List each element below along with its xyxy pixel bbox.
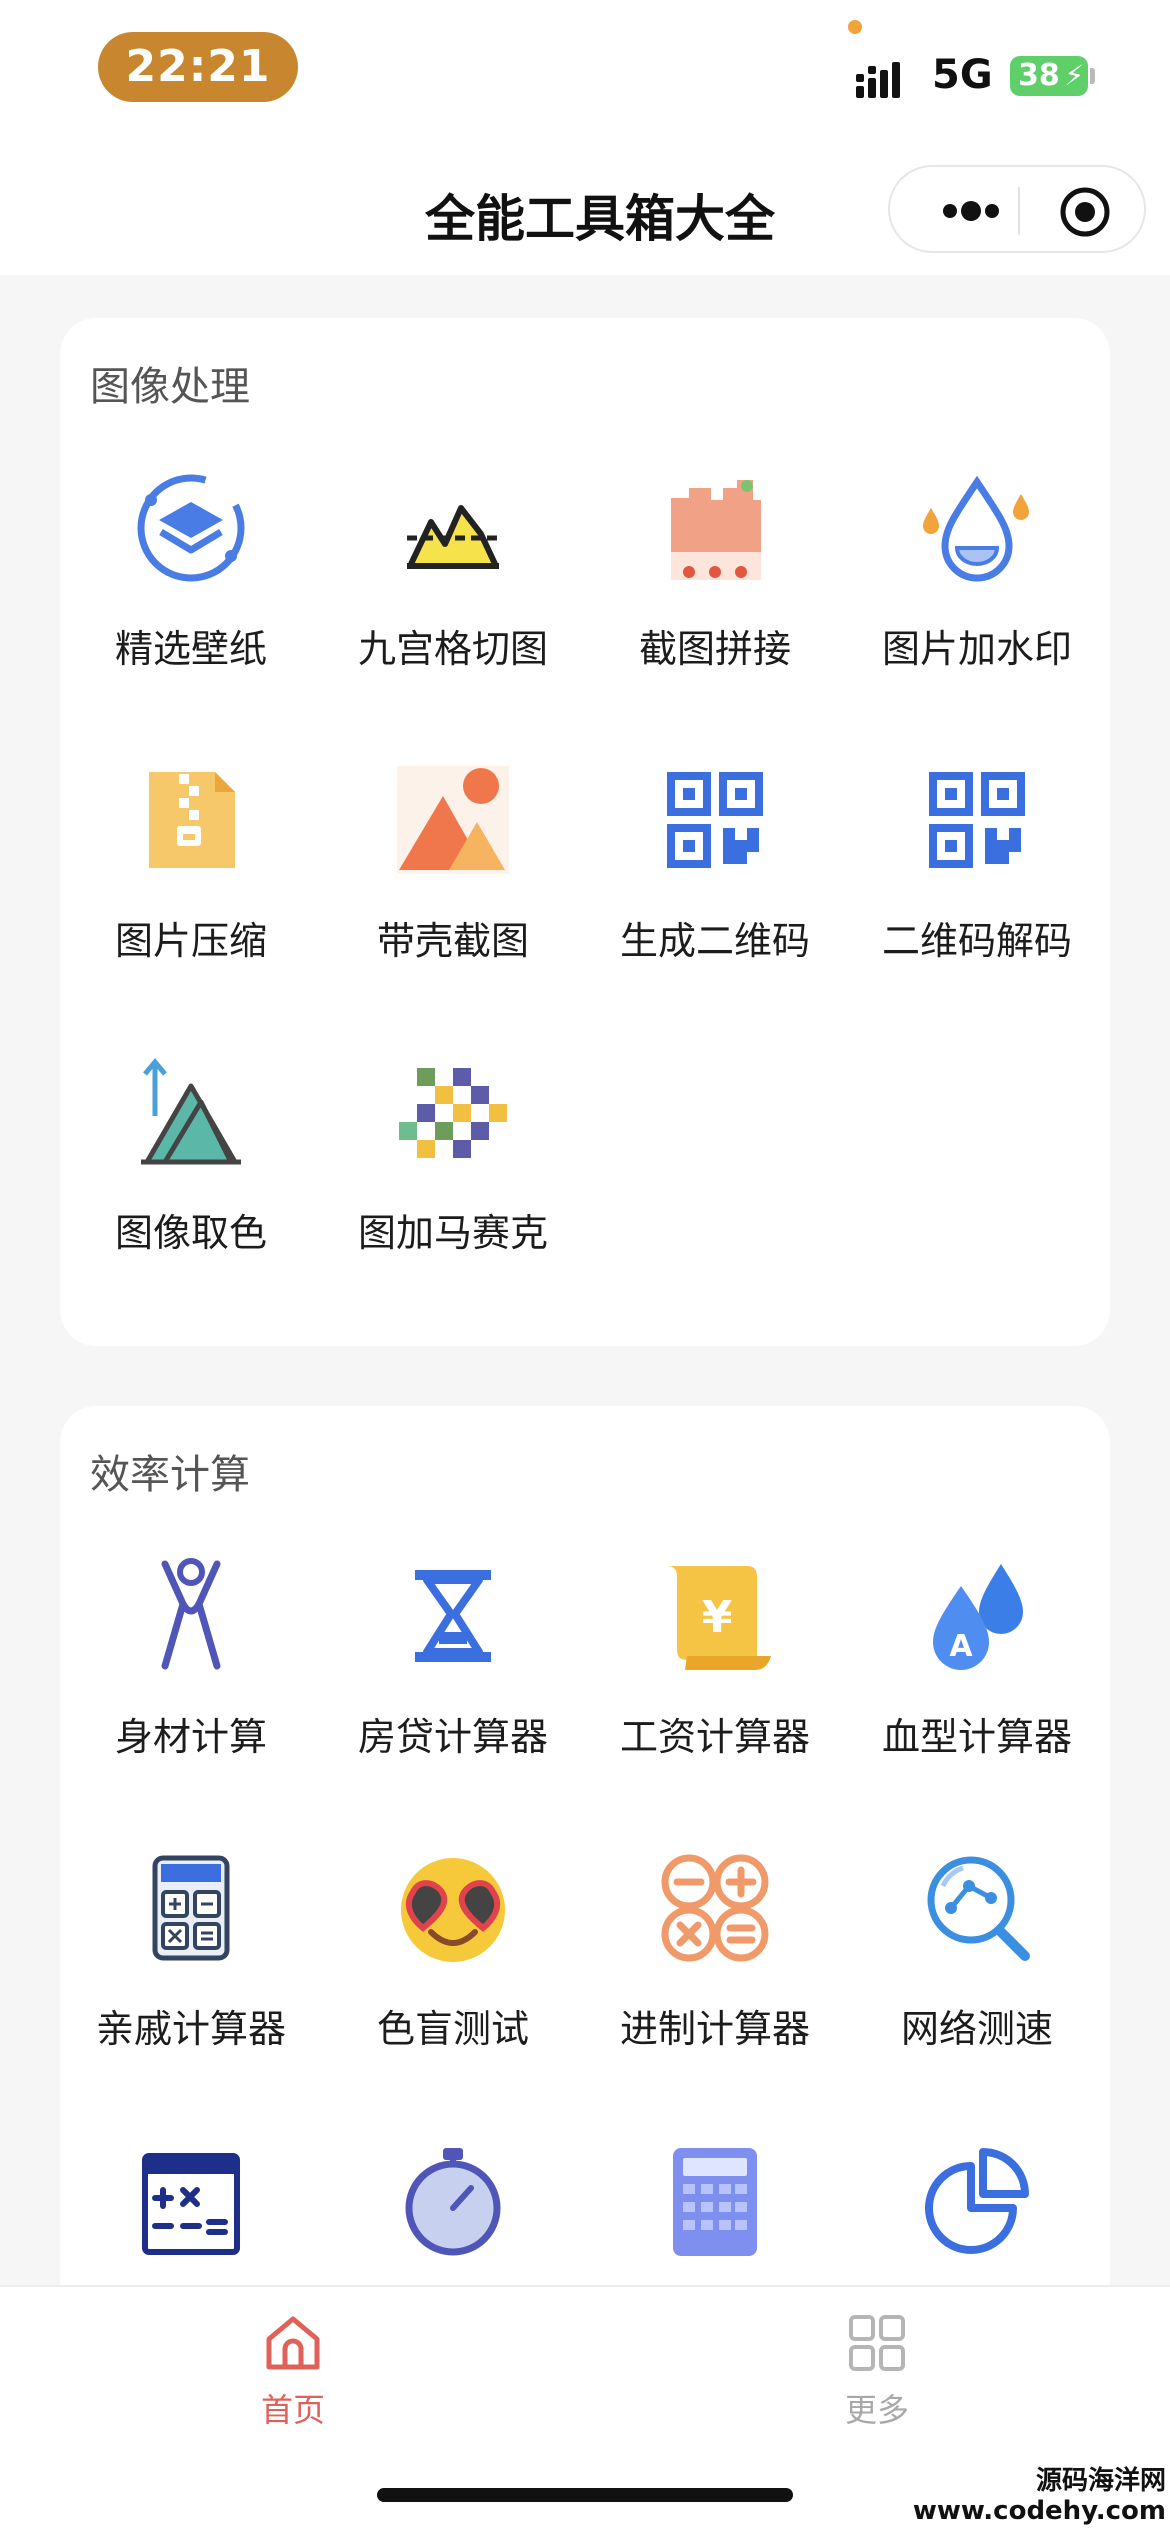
watermark-line: www.codehy.com (912, 2496, 1166, 2526)
tool-relative-calc[interactable]: 亲戚计算器 (60, 1848, 322, 2088)
hourglass-icon (415, 1570, 491, 1662)
home-indicator (377, 2488, 793, 2502)
pie-chart-icon (925, 2148, 1029, 2254)
tool-label: 九宫格切图 (357, 627, 548, 671)
tool-label: 房贷计算器 (357, 1715, 548, 1759)
status-time: 22:21 (98, 32, 298, 102)
charging-bolt-icon: ⚡ (1064, 59, 1084, 92)
grid-cut-mountain-icon (407, 505, 499, 569)
miniprogram-capsule (888, 165, 1146, 253)
tool-label: 亲戚计算器 (95, 2007, 286, 2051)
heart-glasses-emoji-icon (401, 1858, 505, 1962)
tool-base-calc[interactable]: 进制计算器 (584, 1848, 846, 2088)
tool-label: 图片压缩 (114, 919, 267, 963)
privacy-indicator-dot (848, 20, 862, 34)
section-title: 图像处理 (90, 364, 250, 410)
blood-drop-icon: A (933, 1564, 1023, 1670)
capsule-divider (1018, 187, 1020, 235)
tool-decode-qr[interactable]: 二维码解码 (846, 760, 1108, 1000)
tool-mosaic[interactable]: 图加马赛克 (322, 1052, 584, 1292)
tab-label: 更多 (844, 2391, 909, 2429)
math-operators-icon (661, 1854, 769, 1962)
tool-frame-screenshot[interactable]: 带壳截图 (322, 760, 584, 1000)
battery-indicator: 38 ⚡ (1010, 56, 1088, 96)
mosaic-icon (399, 1068, 507, 1158)
tool-label: 带壳截图 (376, 919, 529, 963)
tool-label: 血型计算器 (881, 1715, 1072, 1759)
tool-label: 身材计算 (114, 1715, 267, 1759)
tool-label: 网络测速 (900, 2007, 1053, 2051)
tool-compress[interactable]: 图片压缩 (60, 760, 322, 1000)
qr-code-icon (667, 772, 763, 868)
tool-label: 图加马赛克 (357, 1211, 548, 1255)
battery-percent: 38 (1018, 58, 1060, 93)
grid-more-icon (849, 2315, 905, 2371)
tool-label: 截图拼接 (638, 627, 791, 671)
tool-grid-cut[interactable]: 九宫格切图 (322, 468, 584, 708)
close-target-icon[interactable] (1058, 185, 1112, 239)
status-bar: 22:21 5G 38 ⚡ (0, 0, 1170, 135)
tab-label: 首页 (260, 2391, 325, 2429)
tab-home[interactable]: 首页 (193, 2311, 393, 2451)
body-figure-icon (161, 1558, 221, 1670)
home-icon (266, 2316, 320, 2370)
watermark-drop-icon (923, 475, 1029, 582)
nav-header: 全能工具箱大全 (0, 135, 1170, 275)
tool-colorblind-test[interactable]: 色盲测试 (322, 1848, 584, 2088)
keypad-calculator-icon (673, 2148, 757, 2256)
qr-code-decode-icon (929, 772, 1025, 868)
math-board-icon (142, 2153, 240, 2255)
more-dots-icon[interactable] (926, 193, 1016, 229)
cellular-signal-icon (856, 62, 900, 98)
tool-label: 精选壁纸 (114, 627, 267, 671)
tool-label: 生成二维码 (619, 919, 810, 963)
tool-screenshot-stitch[interactable]: 截图拼接 (584, 468, 846, 708)
tool-label: 图像取色 (114, 1211, 267, 1255)
tool-label: 二维码解码 (881, 919, 1072, 963)
tool-watermark[interactable]: 图片加水印 (846, 468, 1108, 708)
tool-body-calc[interactable]: 身材计算 (60, 1556, 322, 1796)
wallpaper-layers-icon (137, 474, 245, 582)
tool-wallpaper[interactable]: 精选壁纸 (60, 468, 322, 708)
tool-generate-qr[interactable]: 生成二维码 (584, 760, 846, 1000)
svg-text:¥: ¥ (702, 1592, 733, 1643)
svg-text:A: A (949, 1629, 973, 1664)
yuan-scroll-icon: ¥ (667, 1566, 771, 1670)
network-search-icon (927, 1856, 1030, 1961)
tool-color-picker[interactable]: 图像取色 (60, 1052, 322, 1292)
tool-label: 工资计算器 (619, 1715, 810, 1759)
network-type: 5G (932, 52, 993, 98)
tab-more[interactable]: 更多 (777, 2311, 977, 2451)
calculator-icon (152, 1855, 230, 1961)
tool-speed-test[interactable]: 网络测速 (846, 1848, 1108, 2088)
site-watermark: 源码海洋网 www.codehy.com (913, 2466, 1166, 2526)
tool-label: 图片加水印 (881, 627, 1072, 671)
stopwatch-icon (405, 2148, 501, 2256)
tool-label: 进制计算器 (619, 2007, 810, 2051)
screenshot-stitch-icon (671, 480, 761, 580)
tool-blood-calc[interactable]: A 血型计算器 (846, 1556, 1108, 1796)
tool-salary-calc[interactable]: ¥ 工资计算器 (584, 1556, 846, 1796)
tool-mortgage-calc[interactable]: 房贷计算器 (322, 1556, 584, 1796)
color-picker-mountain-icon (141, 1058, 241, 1165)
section-title: 效率计算 (90, 1452, 250, 1498)
battery-terminal (1090, 68, 1095, 84)
zip-compress-icon (149, 772, 235, 868)
section-card-image: 图像处理 精选壁纸 九宫格切图 截图拼接 图片加水印 图片压缩 带壳截图 生成二… (60, 318, 1110, 1346)
tool-label: 色盲测试 (376, 2007, 529, 2051)
landscape-image-icon (397, 766, 509, 874)
watermark-line: 源码海洋网 (1035, 2466, 1166, 2496)
